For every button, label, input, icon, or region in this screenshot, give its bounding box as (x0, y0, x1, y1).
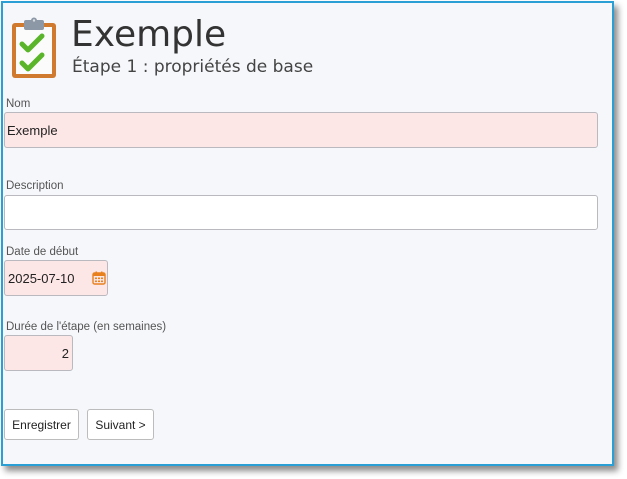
wizard-header: Exemple Étape 1 : propriétés de base (3, 3, 612, 91)
duration-input[interactable] (4, 335, 73, 371)
start-date-input[interactable]: 2025-07-10 (4, 260, 108, 296)
duration-label: Durée de l'étape (en semaines) (6, 321, 167, 333)
page-title: Exemple (71, 14, 227, 55)
step-subtitle: Étape 1 : propriétés de base (72, 57, 314, 77)
name-label: Nom (6, 98, 31, 110)
wizard-window: Exemple Étape 1 : propriétés de base Nom… (1, 1, 614, 466)
calendar-icon[interactable] (92, 271, 106, 285)
next-button[interactable]: Suivant > (87, 409, 154, 440)
description-input[interactable] (4, 195, 598, 230)
start-date-label: Date de début (6, 246, 79, 258)
clipboard-checklist-icon (12, 17, 56, 78)
description-label: Description (6, 180, 64, 192)
name-input[interactable] (4, 112, 598, 148)
save-button[interactable]: Enregistrer (4, 409, 79, 440)
start-date-value: 2025-07-10 (8, 271, 75, 286)
